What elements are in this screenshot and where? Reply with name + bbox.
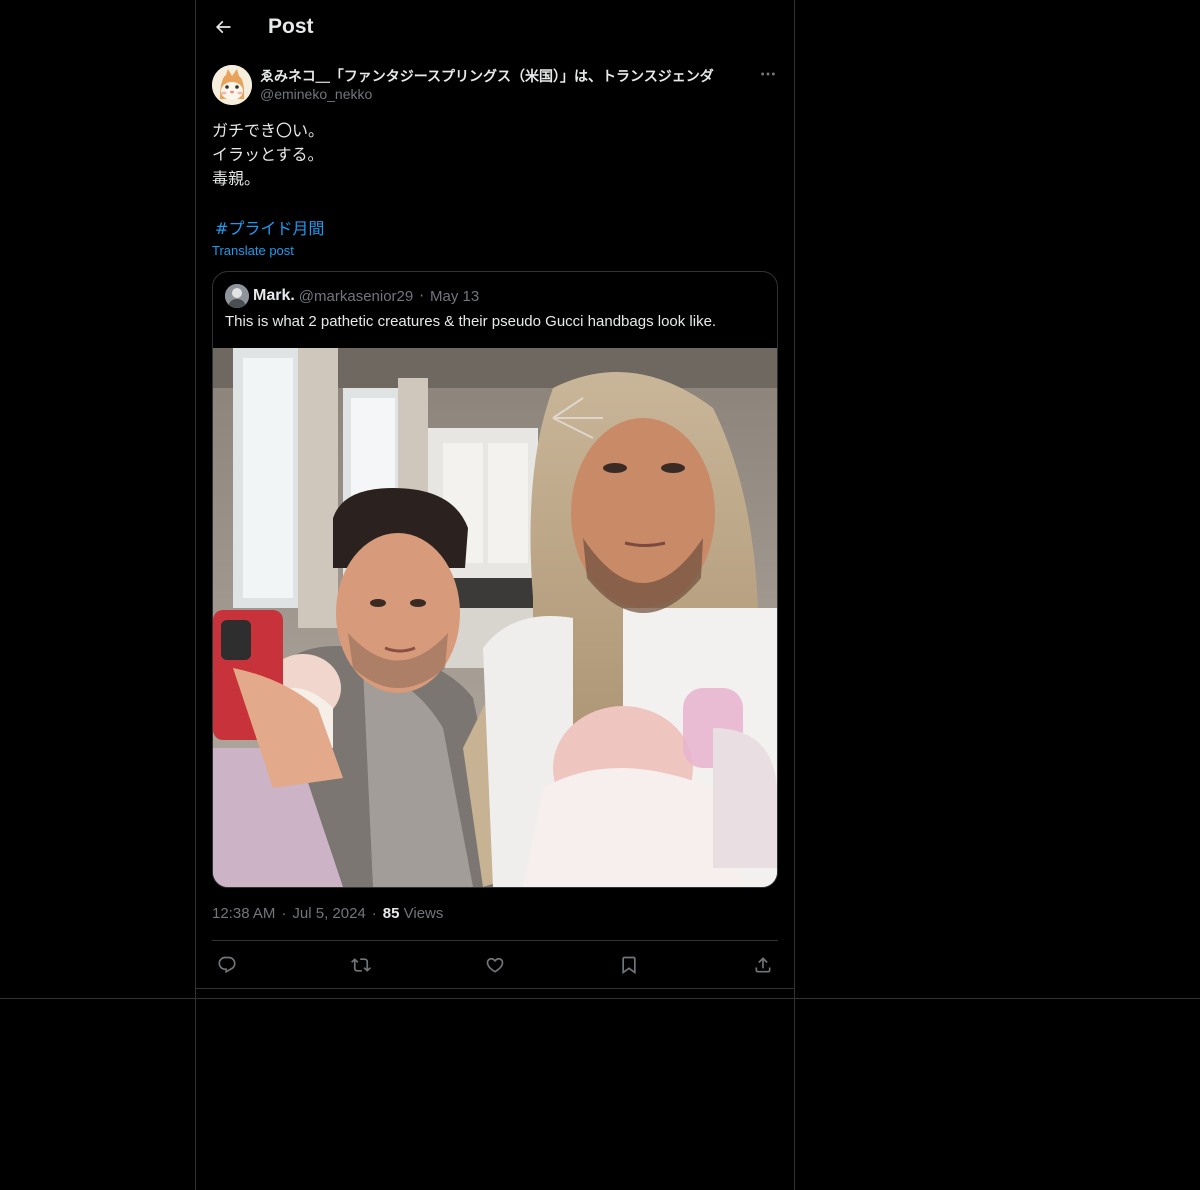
separator-dot: · xyxy=(281,905,287,922)
ellipsis-icon xyxy=(761,72,775,76)
quoted-post-text: This is what 2 pathetic creatures & thei… xyxy=(225,313,717,330)
quoted-author-name[interactable]: Mark. xyxy=(253,287,295,305)
quoted-post[interactable]: Mark. @markasenior29 · May 13 This is wh… xyxy=(212,271,778,888)
post-text-line: イラッとする。 xyxy=(212,145,324,164)
actions-divider xyxy=(212,940,778,941)
reply-button[interactable] xyxy=(215,953,239,977)
arrow-left-icon xyxy=(215,20,231,34)
hashtag-link[interactable]: #プライド月間 xyxy=(215,215,324,239)
avatar[interactable] xyxy=(212,65,252,105)
post-text-line: 毒親。 xyxy=(212,169,261,188)
author-name[interactable]: ゑみネコ＿「ファンタジースプリングス（米国）」は、トランスジェンダ xyxy=(260,66,750,86)
separator-dot: · xyxy=(371,905,377,922)
quoted-post-image[interactable] xyxy=(213,348,777,887)
column-divider-right xyxy=(794,0,795,1190)
bookmark-button[interactable] xyxy=(617,953,641,977)
repost-icon xyxy=(351,958,371,972)
quoted-post-header: Mark. @markasenior29 · May 13 xyxy=(225,284,479,308)
quoted-post-date[interactable]: May 13 xyxy=(430,288,479,305)
photo-illustration xyxy=(213,348,777,887)
separator-dot: · xyxy=(419,287,425,305)
actions-divider xyxy=(196,988,794,989)
post-author: ゑみネコ＿「ファンタジースプリングス（米国）」は、トランスジェンダ @emine… xyxy=(212,64,778,106)
quoted-author-handle[interactable]: @markasenior29 xyxy=(299,288,413,305)
column-divider-left xyxy=(195,0,196,1190)
more-button[interactable] xyxy=(758,64,778,84)
like-button[interactable] xyxy=(483,953,507,977)
back-button[interactable] xyxy=(212,16,234,38)
heart-icon xyxy=(486,957,504,973)
share-icon xyxy=(755,957,771,973)
post-date[interactable]: Jul 5, 2024 xyxy=(292,905,365,922)
reply-icon xyxy=(218,956,236,974)
page-header: Post xyxy=(196,0,794,54)
bookmark-icon xyxy=(622,956,636,975)
author-handle[interactable]: @emineko_nekko xyxy=(260,86,372,102)
page-title: Post xyxy=(268,15,314,38)
post-meta: 12:38 AM · Jul 5, 2024 · 85 Views xyxy=(212,905,443,922)
repost-button[interactable] xyxy=(349,953,373,977)
share-button[interactable] xyxy=(751,953,775,977)
cat-avatar-icon xyxy=(212,65,252,105)
person-avatar-icon xyxy=(225,284,249,308)
post-text-line: ガチでき〇い。 xyxy=(212,121,325,140)
horizontal-divider xyxy=(0,998,1200,999)
views-count: 85 xyxy=(382,905,400,922)
translate-post-link[interactable]: Translate post xyxy=(212,243,294,258)
post-time[interactable]: 12:38 AM xyxy=(212,905,275,922)
quoted-avatar[interactable] xyxy=(225,284,249,308)
views-label: Views xyxy=(403,905,444,922)
post-text: ガチでき〇い。 イラッとする。 毒親。 xyxy=(212,119,324,191)
post-column: Post ゑみネコ＿「ファンタジースプリングス（米国）」は、トランスジェンダ @… xyxy=(196,0,794,989)
